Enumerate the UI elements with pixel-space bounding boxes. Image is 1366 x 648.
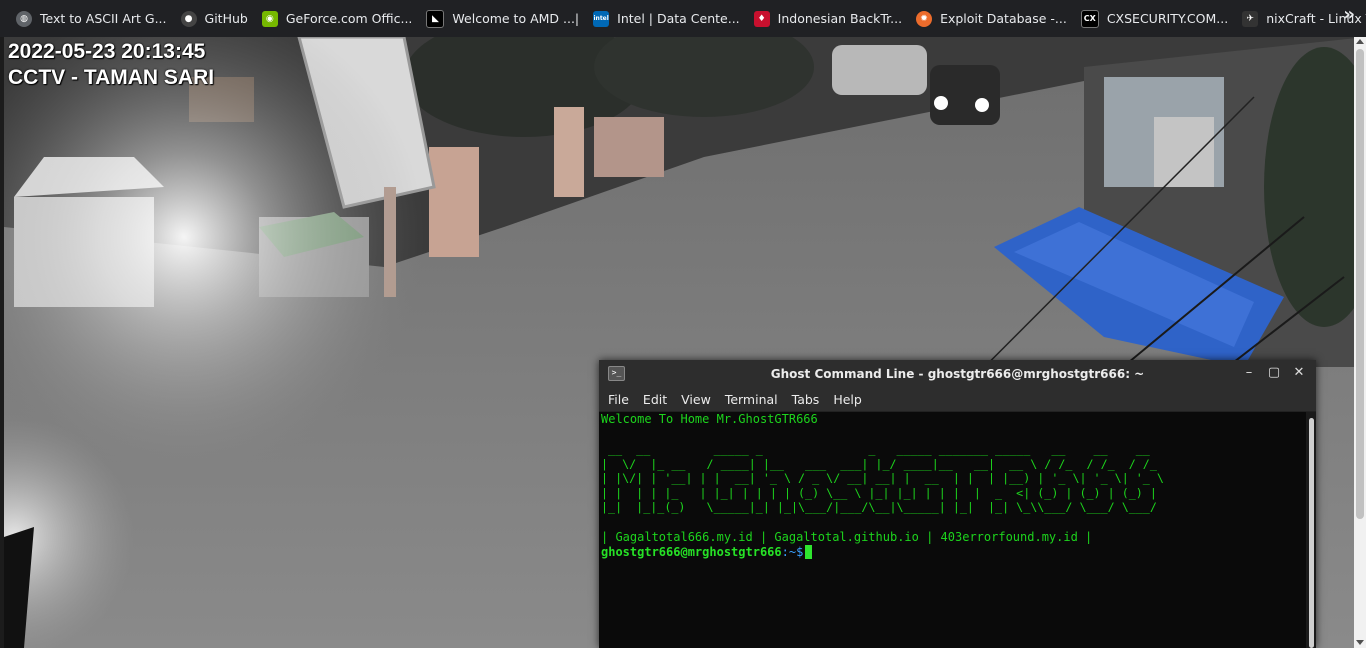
cctv-overlay: 2022-05-23 20:13:45 CCTV - TAMAN SARI: [8, 39, 214, 91]
bookmark-amd[interactable]: ◣ Welcome to AMD ...|: [422, 5, 587, 33]
minimize-button[interactable]: –: [1241, 365, 1257, 381]
close-button[interactable]: ✕: [1291, 365, 1307, 381]
more-bookmarks-button[interactable]: »: [1343, 4, 1356, 25]
scroll-up-arrow-icon[interactable]: [1356, 39, 1364, 44]
terminal-output[interactable]: Welcome To Home Mr.GhostGTR666 __ __ ___…: [599, 412, 1306, 648]
menu-tabs[interactable]: Tabs: [785, 392, 827, 407]
globe-icon: ◍: [16, 10, 32, 27]
bookmark-label: Indonesian BackTr...: [777, 11, 903, 26]
terminal-scrollbar[interactable]: [1306, 412, 1316, 648]
terminal-title: Ghost Command Line - ghostgtr666@mrghost…: [770, 366, 1145, 381]
scrollbar-thumb[interactable]: [1356, 49, 1364, 519]
menu-help[interactable]: Help: [826, 392, 869, 407]
amd-icon: ◣: [426, 9, 445, 28]
bookmark-label: CXSECURITY.COM...: [1106, 11, 1229, 26]
bookmark-label: GeForce.com Offic...: [285, 11, 413, 26]
cctv-timestamp: 2022-05-23 20:13:45: [8, 40, 206, 63]
nvidia-icon: ◉: [261, 10, 278, 27]
bookmark-intel[interactable]: intel Intel | Data Cente...: [589, 5, 748, 33]
maximize-button[interactable]: ▢: [1266, 365, 1282, 381]
cctv-location-label: CCTV - TAMAN SARI: [8, 66, 215, 89]
prompt-path: :~$: [781, 544, 804, 559]
bookmark-exploit-db[interactable]: ✹ Exploit Database -...: [912, 5, 1075, 33]
cxsecurity-icon: CX: [1080, 9, 1099, 28]
menu-edit[interactable]: Edit: [636, 392, 674, 407]
links-line: | Gagaltotal666.my.id | Gagaltotal.githu…: [601, 529, 1093, 544]
exploitdb-icon: ✹: [916, 10, 933, 27]
ascii-art-banner: __ __ _____ _ _ _____ _______ _____ __ _…: [601, 442, 1164, 515]
intel-icon: intel: [593, 10, 610, 27]
nixcraft-icon: ✈: [1242, 10, 1259, 27]
bookmark-indonesian-backtrack[interactable]: ♦ Indonesian BackTr...: [750, 5, 910, 33]
scroll-down-arrow-icon[interactable]: [1356, 640, 1364, 645]
bookmark-label: GitHub: [204, 11, 248, 26]
bookmark-label: Welcome to AMD ...|: [452, 11, 580, 26]
bookmarks-bar: ◍ Text to ASCII Art G... ● GitHub ◉ GeFo…: [0, 0, 1366, 37]
github-icon: ●: [180, 10, 197, 27]
bookmark-label: Text to ASCII Art G...: [40, 11, 167, 26]
terminal-app-icon: >_: [608, 366, 625, 381]
bookmark-github[interactable]: ● GitHub: [177, 5, 256, 33]
welcome-message: Welcome To Home Mr.GhostGTR666: [601, 412, 818, 426]
prompt-line[interactable]: ghostgtr666@mrghostgtr666:~$: [601, 545, 1304, 560]
terminal-scrollbar-thumb[interactable]: [1309, 418, 1314, 648]
bookmark-text-to-ascii[interactable]: ◍ Text to ASCII Art G...: [12, 5, 175, 33]
terminal-titlebar[interactable]: >_ Ghost Command Line - ghostgtr666@mrgh…: [599, 360, 1316, 387]
menu-terminal[interactable]: Terminal: [718, 392, 785, 407]
bookmark-cxsecurity[interactable]: CX CXSECURITY.COM...: [1077, 5, 1236, 33]
text-cursor: [805, 545, 813, 560]
terminal-menubar: File Edit View Terminal Tabs Help: [599, 387, 1316, 412]
bookmark-geforce[interactable]: ◉ GeForce.com Offic...: [258, 5, 421, 33]
bookmark-label: Exploit Database -...: [940, 11, 1067, 26]
prompt-user: ghostgtr666@mrghostgtr666: [601, 544, 782, 559]
backtrack-icon: ♦: [753, 10, 770, 27]
bookmark-label: Intel | Data Cente...: [617, 11, 740, 26]
menu-file[interactable]: File: [601, 392, 636, 407]
terminal-window[interactable]: >_ Ghost Command Line - ghostgtr666@mrgh…: [599, 360, 1316, 648]
menu-view[interactable]: View: [674, 392, 718, 407]
page-scrollbar[interactable]: [1354, 37, 1366, 648]
